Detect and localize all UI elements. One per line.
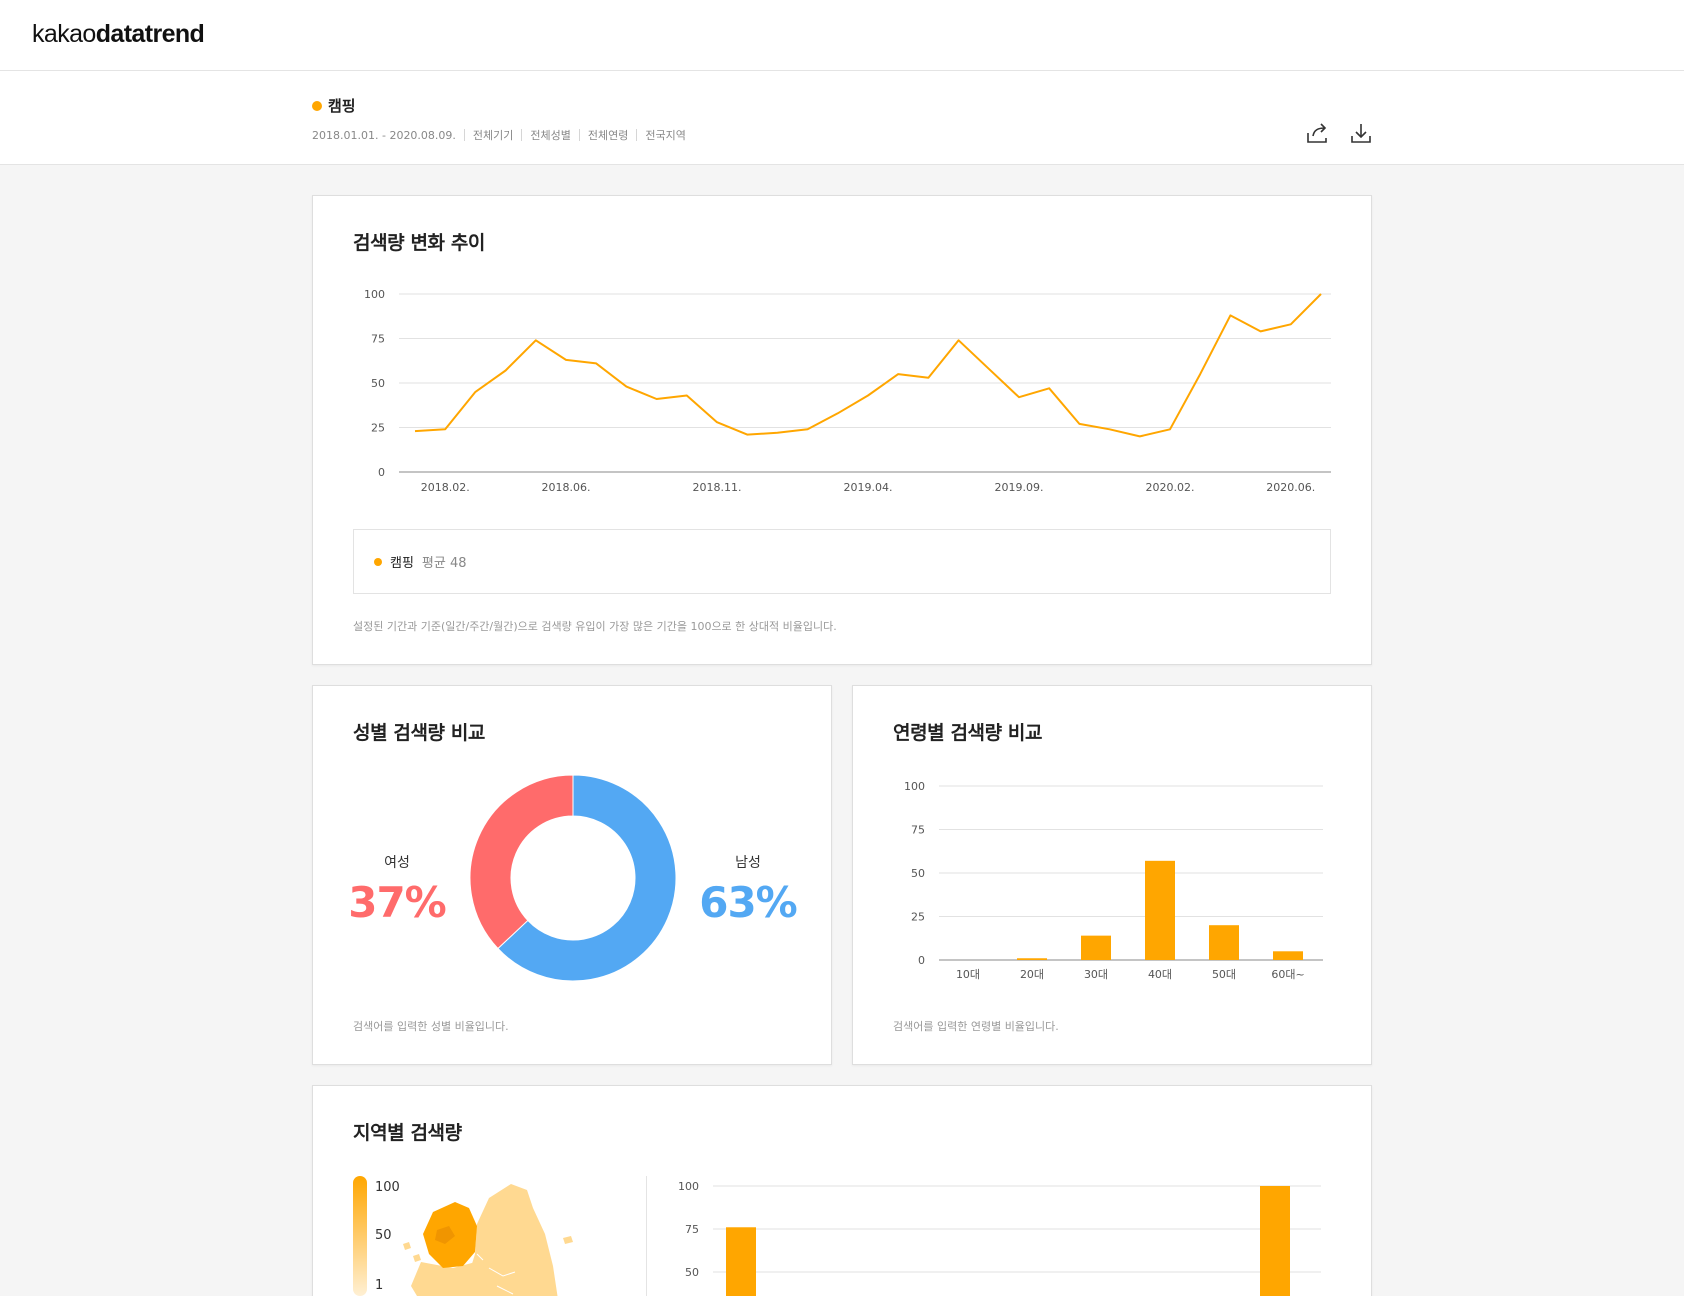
region-bar	[726, 1227, 756, 1296]
share-icon[interactable]	[1304, 121, 1330, 147]
age-bar	[1081, 935, 1111, 960]
trend-legend: 캠핑 평균 48	[353, 529, 1331, 594]
download-icon[interactable]	[1348, 121, 1374, 147]
gender-donut-chart	[469, 774, 677, 982]
age-y-tick: 75	[911, 824, 925, 837]
trend-x-tick: 2019.09.	[995, 481, 1044, 494]
filter-summary: 캠핑 2018.01.01. - 2020.08.09. 전체기기 전체성별 전…	[0, 71, 1684, 165]
trend-x-tick: 2018.11.	[693, 481, 742, 494]
legend-average: 평균 48	[421, 556, 467, 571]
region-filter: 전국지역	[645, 129, 686, 142]
age-filter: 전체연령	[587, 129, 629, 142]
top-nav: kakaodatatrend	[0, 0, 1684, 71]
age-bar	[1209, 925, 1239, 960]
trend-line-chart: 0 25 50 75 100 2018.02. 2018.06. 2018.11. 2019.0…	[364, 288, 1331, 494]
trend-x-tick: 2019.04.	[844, 481, 893, 494]
age-bar	[1145, 860, 1175, 960]
female-label: 여성	[384, 855, 410, 871]
trend-y-tick: 50	[371, 377, 385, 390]
gender-note: 검색어를 입력한 성별 비율입니다.	[353, 1020, 509, 1033]
trend-x-tick: 2018.06.	[542, 481, 591, 494]
age-y-tick: 50	[911, 867, 925, 880]
trend-series-line	[414, 293, 1322, 438]
age-bar	[1017, 958, 1047, 960]
age-x-tick: 50대	[1212, 968, 1236, 981]
age-x-tick: 10대	[956, 968, 980, 981]
gender-filter: 전체성별	[530, 129, 571, 142]
filter-meta: 2018.01.01. - 2020.08.09. 전체기기 전체성별 전체연령…	[312, 127, 686, 143]
age-y-tick: 0	[918, 954, 925, 967]
age-y-tick: 100	[904, 780, 925, 793]
gender-title: 성별 검색량 비교	[353, 722, 485, 744]
trend-x-tick: 2020.02.	[1146, 481, 1195, 494]
region-y-tick: 100	[678, 1180, 699, 1193]
region-y-tick: 75	[685, 1223, 699, 1236]
period-text: 2018.01.01. - 2020.08.09.	[312, 128, 456, 142]
legend-name: 캠핑	[390, 556, 414, 571]
kakao-datatrend-logo[interactable]: kakaodatatrend	[32, 20, 205, 49]
age-y-tick: 25	[911, 911, 925, 924]
device-filter: 전체기기	[472, 129, 514, 142]
trend-y-tick: 100	[364, 288, 385, 301]
age-x-tick: 40대	[1148, 968, 1172, 981]
age-x-tick: 30대	[1084, 968, 1108, 981]
trend-card: 검색량 변화 추이 0 25 50 75 100 2018.02. 2018.06. 2018…	[312, 195, 1372, 665]
trend-note: 설정된 기간과 기준(일간/주간/월간)으로 검색량 유입이 가장 많은 기간을…	[353, 620, 837, 633]
donut-slice-female	[469, 774, 574, 950]
legend-dot	[374, 557, 382, 566]
age-x-tick: 20대	[1020, 968, 1044, 981]
male-label: 남성	[735, 855, 761, 871]
age-bar	[1273, 951, 1303, 960]
female-percent: 37%	[348, 878, 447, 927]
trend-x-tick: 2020.06.	[1266, 481, 1315, 494]
trend-y-tick: 25	[371, 422, 385, 435]
trend-y-tick: 0	[378, 466, 385, 479]
region-bar	[1260, 1186, 1290, 1296]
trend-x-tick: 2018.02.	[421, 481, 470, 494]
age-bar-chart: 0 25 50 75 100 10대 20대 30대 40대 50대 60대~	[904, 780, 1323, 981]
trend-y-tick: 75	[371, 333, 385, 346]
keyword-dot	[312, 100, 322, 111]
region-card: 지역별 검색량 100 50 1 50 75 100	[312, 1085, 1372, 1296]
age-card: 연령별 검색량 비교 0 25 50 75 100 10대 20대 30대 40대 50대 60대~…	[852, 685, 1372, 1065]
region-bar-chart: 50 75 100	[678, 1180, 1321, 1296]
age-x-tick: 60대~	[1271, 968, 1304, 981]
region-y-tick: 50	[685, 1266, 699, 1279]
keyword-title: 캠핑	[312, 95, 356, 116]
male-percent: 63%	[699, 878, 798, 927]
gender-card: 성별 검색량 비교 여성 37% 남성 63% 검색어를 입력한 성별 비율입니…	[312, 685, 832, 1065]
age-note: 검색어를 입력한 연령별 비율입니다.	[893, 1020, 1059, 1033]
